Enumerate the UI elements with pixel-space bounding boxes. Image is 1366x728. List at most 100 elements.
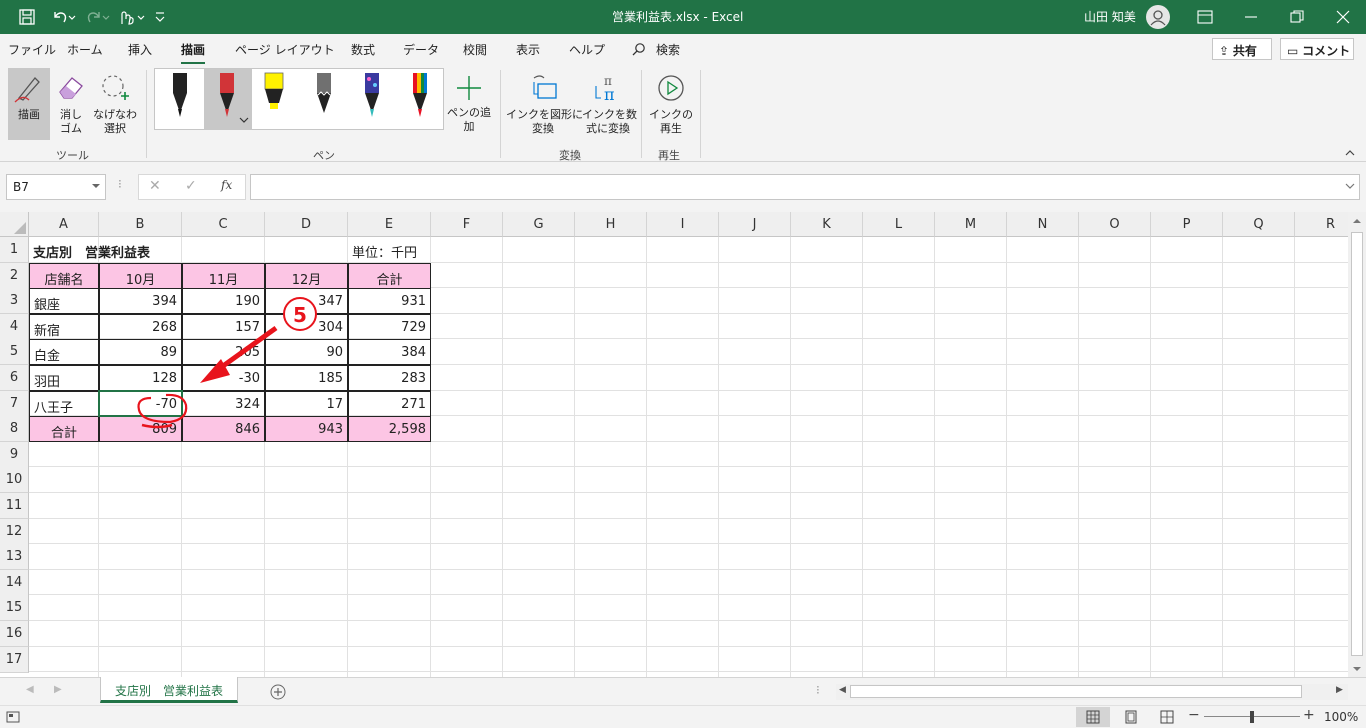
tab-page-layout[interactable]: ページ レイアウト	[235, 41, 335, 58]
pen-gallery	[154, 68, 444, 130]
highlighter-yellow-icon[interactable]	[259, 71, 289, 127]
comment-label: コメント	[1302, 44, 1351, 58]
customize-qat-icon[interactable]	[154, 10, 166, 24]
row-header-12[interactable]: 12	[0, 518, 29, 545]
tab-home[interactable]: ホーム	[67, 41, 103, 58]
column-header-K[interactable]: K	[791, 212, 863, 237]
tab-view[interactable]: 表示	[516, 41, 540, 58]
tab-formulas[interactable]: 数式	[351, 41, 375, 58]
zoom-in-icon[interactable]: +	[1303, 707, 1315, 723]
add-pen-button[interactable]: ペンの追 加	[446, 68, 492, 140]
undo-icon[interactable]	[50, 8, 76, 26]
macro-record-icon[interactable]	[6, 711, 20, 723]
avatar[interactable]	[1146, 5, 1170, 29]
close-icon[interactable]	[1336, 10, 1350, 24]
tab-review[interactable]: 校閲	[463, 41, 487, 58]
sheet-prev-icon[interactable]: ◀	[26, 684, 34, 695]
row-header-16[interactable]: 16	[0, 621, 29, 647]
scroll-up-icon[interactable]	[1351, 216, 1363, 226]
scroll-left-icon[interactable]: ◀	[839, 685, 846, 695]
ink-to-shape-label: インクを図形に 変換	[506, 108, 583, 135]
row-header-17[interactable]: 17	[0, 646, 29, 673]
tab-help[interactable]: ヘルプ	[569, 41, 605, 58]
eraser-icon	[59, 77, 83, 99]
tab-file[interactable]: ファイル	[8, 41, 56, 58]
sheet-next-icon[interactable]: ▶	[54, 684, 62, 695]
pencil-gray-icon[interactable]	[309, 71, 339, 127]
scroll-down-icon[interactable]	[1351, 664, 1363, 674]
horizontal-scrollbar[interactable]: ◀ ▶	[836, 684, 1348, 700]
ink-replay-label: インクの 再生	[649, 108, 693, 135]
cancel-icon[interactable]: ✕	[149, 178, 161, 194]
lasso-select-button[interactable]: なげなわ 選択	[92, 68, 138, 140]
column-header-O[interactable]: O	[1079, 212, 1151, 237]
zoom-out-icon[interactable]: −	[1188, 707, 1200, 723]
tab-insert[interactable]: 挿入	[128, 41, 152, 58]
ribbon-tabs: ファイル ホーム 挿入 描画 ページ レイアウト 数式 データ 校閲 表示 ヘル…	[0, 34, 1366, 65]
row-header-14[interactable]: 14	[0, 569, 29, 596]
column-header-I[interactable]: I	[647, 212, 719, 237]
pen-black-icon[interactable]	[165, 71, 195, 127]
minimize-icon[interactable]	[1244, 10, 1258, 24]
column-header-R[interactable]: R	[1295, 212, 1348, 237]
zoom-slider-thumb[interactable]	[1250, 711, 1254, 723]
formula-input[interactable]	[250, 174, 1360, 200]
enter-icon[interactable]: ✓	[185, 178, 197, 194]
column-header-L[interactable]: L	[863, 212, 935, 237]
tab-draw[interactable]: 描画	[181, 41, 206, 65]
chevron-down-icon[interactable]	[238, 115, 250, 125]
splitter-dots[interactable]: ⁝	[816, 683, 820, 697]
ink-replay-button[interactable]: インクの 再生	[646, 68, 696, 140]
scroll-thumb[interactable]	[1351, 232, 1363, 656]
restore-icon[interactable]	[1290, 10, 1304, 24]
pen-rainbow-icon[interactable]	[405, 71, 435, 127]
name-box[interactable]: B7	[6, 174, 106, 200]
row-header-10[interactable]: 10	[0, 467, 29, 494]
column-header-P[interactable]: P	[1151, 212, 1223, 237]
normal-view-button[interactable]	[1076, 707, 1110, 727]
collapse-ribbon-icon[interactable]	[1344, 148, 1356, 158]
worksheet-grid[interactable]: ABCDEFGHIJKLMNOPQR 1 2 3 4 5 6 7 8 9 10 11 12 13 14 15…	[0, 212, 1348, 677]
formula-bar-dots: ⁝	[118, 177, 122, 191]
pen-galaxy-icon[interactable]	[357, 71, 387, 127]
row-header-11[interactable]: 11	[0, 493, 29, 519]
hscroll-thumb[interactable]	[850, 685, 1302, 698]
ink-to-shape-icon	[533, 75, 557, 99]
insert-function-icon[interactable]: fx	[221, 178, 232, 192]
eraser-button[interactable]: 消し ゴム	[52, 68, 90, 140]
chevron-down-icon[interactable]	[1345, 183, 1355, 191]
touch-mode-icon[interactable]	[116, 8, 146, 26]
add-sheet-icon[interactable]	[270, 684, 286, 700]
formula-tools: ✕ ✓ fx	[138, 174, 246, 200]
column-header-J[interactable]: J	[719, 212, 791, 237]
zoom-level[interactable]: 100%	[1324, 710, 1358, 724]
scroll-right-icon[interactable]: ▶	[1336, 685, 1343, 695]
page-break-view-icon[interactable]	[1160, 710, 1174, 724]
save-icon[interactable]	[18, 8, 36, 26]
column-header-N[interactable]: N	[1007, 212, 1079, 237]
status-bar: − + 100%	[0, 705, 1366, 728]
pen-red-selected[interactable]	[204, 69, 252, 130]
sheet-tab-label: 支店別 営業利益表	[114, 684, 223, 698]
ribbon-display-options-icon[interactable]	[1197, 10, 1213, 24]
share-button[interactable]: ⇪ 共有	[1212, 38, 1272, 60]
lasso-icon	[102, 75, 129, 100]
ink-to-math-button[interactable]: ππ インクを数 式に変換	[582, 68, 637, 140]
tab-data[interactable]: データ	[403, 41, 439, 58]
row-header-13[interactable]: 13	[0, 544, 29, 571]
ink-to-shape-button[interactable]: インクを図形に 変換	[506, 68, 583, 140]
search-label[interactable]: 検索	[656, 41, 680, 58]
search-icon[interactable]	[632, 42, 646, 56]
sheet-tab-bar: ◀ ▶ 支店別 営業利益表 ⁝ ◀ ▶	[0, 677, 1366, 705]
circle-ink-stroke	[137, 393, 188, 424]
page-layout-view-icon[interactable]	[1124, 710, 1138, 724]
draw-button[interactable]: 描画	[8, 68, 50, 140]
sheet-tab-active[interactable]: 支店別 営業利益表	[100, 677, 238, 703]
column-header-Q[interactable]: Q	[1223, 212, 1295, 237]
comment-button[interactable]: ▭ コメント	[1280, 38, 1354, 60]
svg-text:π: π	[604, 85, 615, 104]
column-header-M[interactable]: M	[935, 212, 1007, 237]
row-header-15[interactable]: 15	[0, 595, 29, 622]
vertical-scrollbar[interactable]	[1348, 212, 1366, 677]
plus-icon	[457, 76, 481, 100]
